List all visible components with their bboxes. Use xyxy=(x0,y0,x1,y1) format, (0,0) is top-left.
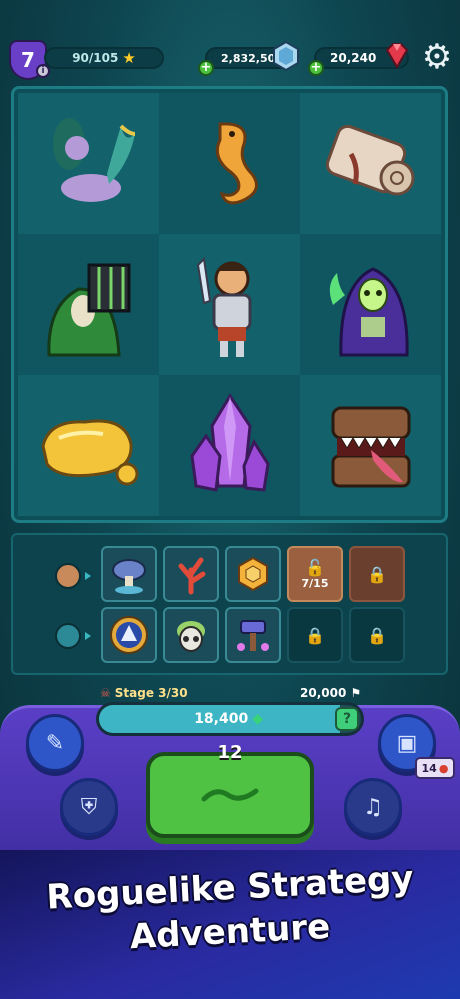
unlock-progress: 7/15 xyxy=(301,577,329,590)
unlock-slot[interactable]: 🔓 7/15 xyxy=(287,546,343,602)
inventory-slot-honeycomb[interactable] xyxy=(225,546,281,602)
purple-crystal-icon xyxy=(189,392,270,492)
coral-artifact-icon xyxy=(178,557,206,595)
inventory-panel: 🔓 7/15 🔒 🔒 🔒 xyxy=(11,533,448,675)
top-bar: 7 i 90/105 ★ 2,832,500 + 20,240 + ⚙ xyxy=(0,0,460,80)
add-gems-button[interactable]: + xyxy=(198,60,214,76)
row1-arrow-icon xyxy=(85,572,91,580)
goal-help-icon[interactable]: ? xyxy=(335,707,359,731)
hammer-relic-icon xyxy=(237,620,269,651)
finish-flag-icon: ⚑ xyxy=(350,686,362,700)
mimic-chest-icon xyxy=(331,406,410,487)
bell-button[interactable]: ♫ xyxy=(344,778,402,836)
skull-relic-icon xyxy=(177,621,205,652)
skull-icon: ☠ xyxy=(100,686,111,700)
skeleton-mage-icon xyxy=(329,266,409,356)
inventory-slot-shield-emblem[interactable] xyxy=(101,607,157,663)
board-tile-mermaid[interactable] xyxy=(18,93,159,234)
notes-button[interactable]: ✎ xyxy=(26,714,84,772)
shield-emblem-icon xyxy=(110,616,148,654)
inventory-slot-mushroom[interactable] xyxy=(101,546,157,602)
xp-text: 90/105 xyxy=(72,51,119,65)
shield-icon: ⛨ xyxy=(80,794,98,820)
hero-portrait-icon[interactable] xyxy=(55,563,81,589)
bell-icon: ♫ xyxy=(363,794,383,820)
settings-gear-icon[interactable]: ⚙ xyxy=(420,40,454,74)
player-level: 7 xyxy=(21,48,35,72)
ruby-icon xyxy=(385,43,409,69)
spin-button[interactable] xyxy=(146,752,314,838)
scroll-icon xyxy=(325,124,414,195)
add-rubies-button[interactable]: + xyxy=(308,60,324,76)
row2-arrow-icon xyxy=(85,632,91,640)
inventory-slot-coral[interactable] xyxy=(163,546,219,602)
open-lock-icon: 🔓 xyxy=(305,558,325,577)
star-icon: ★ xyxy=(122,49,136,67)
seahorse-icon xyxy=(215,121,258,204)
goal-text: 20,000 xyxy=(300,686,347,700)
card-icon: ▣ xyxy=(396,730,418,756)
ruby-amount: 20,240 xyxy=(330,51,377,65)
caged-prisoner-icon xyxy=(46,263,130,356)
wave-icon xyxy=(201,788,259,802)
xp-bar: 90/105 ★ xyxy=(44,47,164,69)
locked-slot[interactable]: 🔒 xyxy=(287,607,343,663)
score-progress-bar: 18,400 ◆ xyxy=(96,702,364,736)
board-tile-skeleton-mage[interactable] xyxy=(300,234,441,375)
lock-icon: 🔒 xyxy=(305,625,325,645)
board-tile-crystal[interactable] xyxy=(159,375,300,516)
turns-remaining: 12 xyxy=(217,742,243,763)
stage-text: Stage 3/30 xyxy=(114,686,188,700)
lock-icon: 🔒 xyxy=(367,564,387,584)
shield-button[interactable]: ⛨ xyxy=(60,778,118,836)
board-tile-hero[interactable] xyxy=(159,234,300,375)
locked-slot[interactable]: 🔒 xyxy=(349,607,405,663)
ruby-small-icon: ● xyxy=(438,761,449,775)
locked-slot[interactable]: 🔒 xyxy=(349,546,405,602)
board-tile-caged-prisoner[interactable] xyxy=(18,234,159,375)
score-display: 18,400 ◆ xyxy=(99,705,263,733)
cost-chip[interactable]: 14 ● xyxy=(415,757,455,779)
board-tile-seahorse[interactable] xyxy=(159,93,300,234)
score-value: 18,400 xyxy=(194,711,249,727)
inventory-slot-hammer-relic[interactable] xyxy=(225,607,281,663)
board-tile-gold[interactable] xyxy=(18,375,159,516)
blue-gem-icon xyxy=(273,41,299,71)
mushroom-artifact-icon xyxy=(112,559,146,594)
gold-nugget-icon xyxy=(40,419,138,485)
notes-icon: ✎ xyxy=(45,730,65,756)
mermaid-icon xyxy=(52,117,135,202)
cost-value: 14 xyxy=(421,761,437,775)
relic-row-icon[interactable] xyxy=(55,623,81,649)
board-tile-scroll[interactable] xyxy=(300,93,441,234)
board-tile-mimic[interactable] xyxy=(300,375,441,516)
hero-warrior-icon xyxy=(196,256,251,357)
lock-icon: 🔒 xyxy=(367,625,387,645)
honeycomb-artifact-icon xyxy=(238,556,268,592)
emerald-icon: ◆ xyxy=(252,711,263,727)
inventory-slot-skull-relic[interactable] xyxy=(163,607,219,663)
game-board xyxy=(11,86,448,523)
goal-indicator: 20,000 ⚑ xyxy=(300,686,361,700)
stage-indicator: ☠ Stage 3/30 xyxy=(100,686,188,700)
